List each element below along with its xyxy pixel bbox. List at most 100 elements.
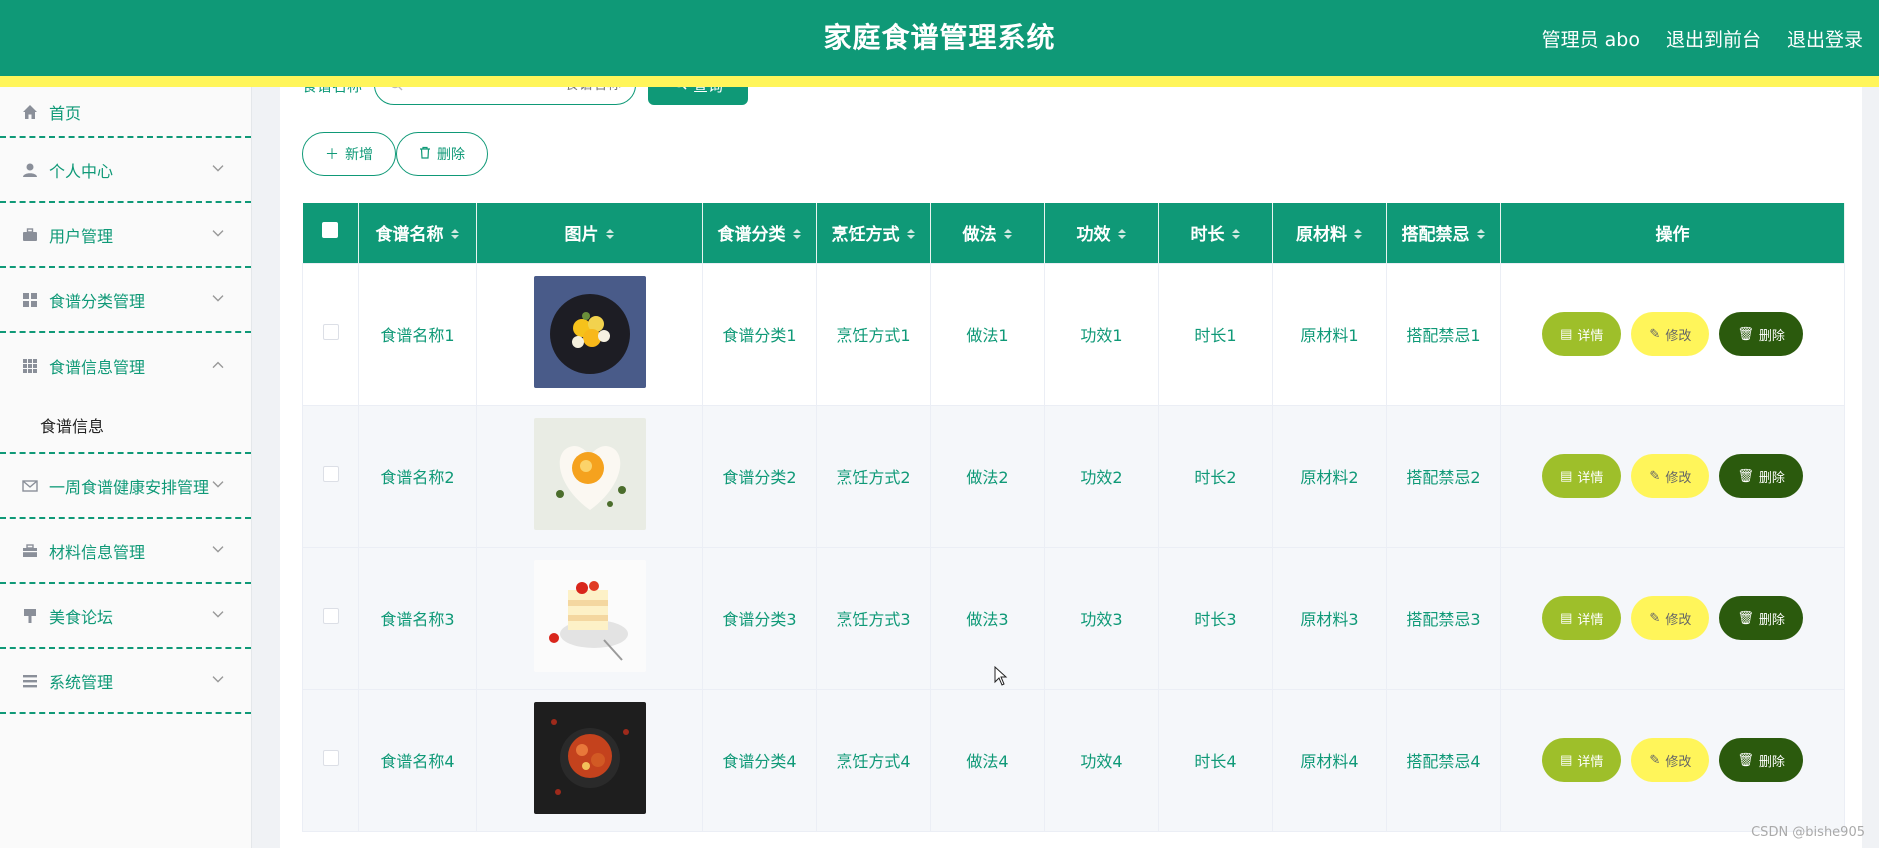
sort-icon[interactable]	[906, 225, 916, 245]
to-front-link[interactable]: 退出到前台	[1666, 25, 1761, 52]
watermark: CSDN @bishe905	[1751, 825, 1865, 840]
detail-button[interactable]: ▤ 详情	[1542, 738, 1622, 782]
sort-icon[interactable]	[1231, 225, 1241, 245]
sort-icon[interactable]	[605, 225, 615, 245]
cell-practice: 做法4	[930, 688, 1045, 832]
row-checkbox[interactable]	[322, 324, 339, 340]
cell-image	[476, 262, 703, 406]
delete-button[interactable]: 🗑 删除	[1719, 596, 1803, 640]
cell-image	[476, 404, 703, 548]
search-label: 食谱名称	[302, 87, 362, 96]
sidebar-item-weekly-plan[interactable]: 一周食谱健康安排管理	[0, 454, 251, 519]
sort-icon[interactable]	[1353, 225, 1363, 245]
column-header-duration[interactable]: 时长	[1158, 203, 1273, 263]
row-select-cell[interactable]	[302, 546, 359, 690]
sidebar-item-home[interactable]: 首页	[0, 87, 251, 138]
trash-icon: 🗑	[1737, 610, 1754, 625]
cell-effect: 功效2	[1044, 404, 1159, 548]
table-header-row: 食谱名称 图片 食谱分类 烹饪方式 做法 功效 时长 原材料 搭配禁忌 操作	[302, 203, 1845, 263]
sidebar-item-materials[interactable]: 材料信息管理	[0, 519, 251, 584]
bulk-delete-label: 删除	[437, 147, 465, 163]
table-row: 食谱名称1 食谱分类1 烹饪方式1 做法1 功效1 时长1 原材料1 搭配禁忌1	[302, 262, 1845, 406]
detail-button[interactable]: ▤ 详情	[1542, 454, 1622, 498]
search-input[interactable]	[403, 87, 622, 93]
cell-category: 食谱分类4	[702, 688, 817, 832]
row-select-cell[interactable]	[302, 262, 359, 406]
recipe-image[interactable]	[533, 418, 646, 530]
row-checkbox[interactable]	[322, 750, 339, 766]
cell-duration: 时长4	[1158, 688, 1273, 832]
recipe-image[interactable]	[533, 276, 646, 388]
sort-icon[interactable]	[1117, 225, 1127, 245]
delete-button[interactable]: 🗑 删除	[1719, 312, 1803, 356]
header-links: 管理员 abo 退出到前台 退出登录	[1542, 0, 1863, 76]
select-all-checkbox[interactable]	[322, 222, 339, 239]
detail-button[interactable]: ▤ 详情	[1542, 312, 1622, 356]
recipe-image[interactable]	[533, 560, 646, 672]
sidebar-item-system[interactable]: 系统管理	[0, 649, 251, 714]
sidebar-item-profile[interactable]: 个人中心	[0, 138, 251, 203]
sidebar-item-forum[interactable]: 美食论坛	[0, 584, 251, 649]
sidebar-item-label: 食谱分类管理	[49, 291, 146, 311]
brush-icon	[20, 606, 40, 626]
cell-method: 烹饪方式1	[816, 262, 931, 406]
column-header-image[interactable]: 图片	[476, 203, 703, 263]
edit-button[interactable]: ✎ 修改	[1631, 454, 1710, 498]
delete-button[interactable]: 🗑 删除	[1719, 454, 1803, 498]
add-button[interactable]: ＋ 新增	[302, 132, 396, 176]
sort-icon[interactable]	[1476, 225, 1486, 245]
column-header-practice[interactable]: 做法	[930, 203, 1045, 263]
search-button-label: 查询	[693, 87, 723, 96]
edit-button[interactable]: ✎ 修改	[1631, 596, 1710, 640]
cell-taboo: 搭配禁忌2	[1386, 404, 1501, 548]
chevron-down-icon	[211, 226, 225, 240]
mouse-cursor-icon	[994, 665, 1008, 690]
edit-icon: ✎	[1649, 326, 1661, 341]
column-header-material[interactable]: 原材料	[1272, 203, 1387, 263]
column-header-method[interactable]: 烹饪方式	[816, 203, 931, 263]
edit-button[interactable]: ✎ 修改	[1631, 738, 1710, 782]
briefcase-icon	[20, 225, 40, 245]
sidebar: 首页 个人中心 用户管理 食谱分类管理 食谱信息管理 食谱信息 一周食谱健康安排…	[0, 87, 252, 848]
trash-icon	[419, 146, 431, 163]
apps-icon	[20, 356, 40, 376]
trash-icon: 🗑	[1737, 752, 1754, 767]
delete-button[interactable]: 🗑 删除	[1719, 738, 1803, 782]
cell-effect: 功效4	[1044, 688, 1159, 832]
column-header-name[interactable]: 食谱名称	[358, 203, 477, 263]
cell-taboo: 搭配禁忌3	[1386, 546, 1501, 690]
chevron-down-icon	[211, 542, 225, 556]
sort-icon[interactable]	[1003, 225, 1013, 245]
logout-link[interactable]: 退出登录	[1787, 25, 1863, 52]
row-checkbox[interactable]	[322, 466, 339, 482]
cell-duration: 时长3	[1158, 546, 1273, 690]
column-header-taboo[interactable]: 搭配禁忌	[1386, 203, 1501, 263]
list-icon	[20, 671, 40, 691]
search-box[interactable]	[374, 87, 637, 105]
sidebar-item-label: 一周食谱健康安排管理	[49, 477, 210, 497]
row-select-cell[interactable]	[302, 404, 359, 548]
toolbox-icon	[20, 541, 40, 561]
row-select-cell[interactable]	[302, 688, 359, 832]
cell-name: 食谱名称3	[358, 546, 477, 690]
mail-icon	[20, 476, 40, 496]
row-checkbox[interactable]	[322, 608, 339, 624]
cell-practice: 做法1	[930, 262, 1045, 406]
column-header-category[interactable]: 食谱分类	[702, 203, 817, 263]
sort-icon[interactable]	[792, 225, 802, 245]
detail-button[interactable]: ▤ 详情	[1542, 596, 1622, 640]
sort-icon[interactable]	[450, 225, 460, 245]
edit-button[interactable]: ✎ 修改	[1631, 312, 1710, 356]
sidebar-item-recipe-info[interactable]: 食谱信息管理	[0, 333, 251, 398]
sidebar-item-recipe-category[interactable]: 食谱分类管理	[0, 268, 251, 333]
table-row: 食谱名称3 食谱分类3 烹饪方式3 做法3 功效3 时长3 原材料3 搭配禁忌3	[302, 546, 1845, 690]
recipe-image[interactable]	[533, 702, 646, 814]
sidebar-subitem-recipe-info[interactable]: 食谱信息	[0, 398, 251, 454]
sidebar-item-users[interactable]: 用户管理	[0, 203, 251, 268]
cell-method: 烹饪方式4	[816, 688, 931, 832]
bulk-delete-button[interactable]: 删除	[396, 132, 488, 176]
column-header-effect[interactable]: 功效	[1044, 203, 1159, 263]
sidebar-item-label: 首页	[49, 103, 82, 123]
search-button[interactable]: 查询	[648, 87, 749, 105]
select-all-cell[interactable]	[302, 203, 359, 263]
